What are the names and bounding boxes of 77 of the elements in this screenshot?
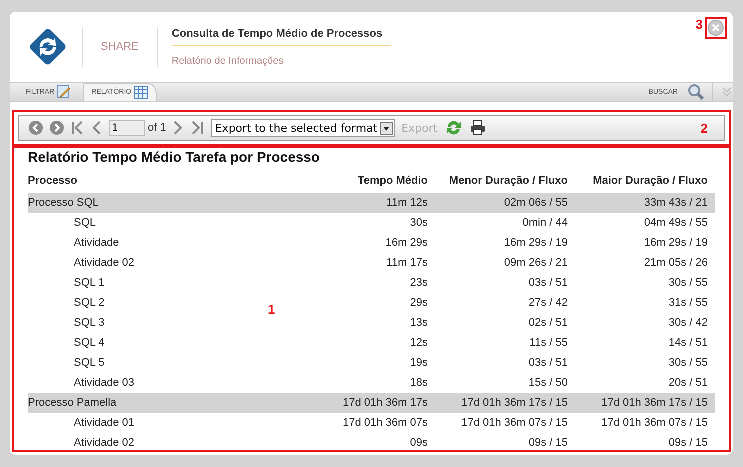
column-header: Tempo Médio [356,175,428,187]
table-cell-text: 17d 01h 36m 07s / 15 [600,417,708,429]
brand-name: SHARE [101,41,139,53]
table-cell-text: 09m 26s / 21 [503,257,568,269]
table-cell: SQL 3 [74,317,105,329]
table-cell: Processo Pamella [28,397,117,409]
table-cell-text: 30s / 55 [668,277,708,289]
annotation-number: 3 [696,17,703,32]
table-cell-text: 33m 43s / 21 [643,197,708,209]
table-cell-text: 20s / 51 [668,377,708,389]
table-cell: Atividade 02 [74,257,135,269]
table-cell-text: 11m 17s [386,257,428,269]
table-cell: Processo SQL [28,197,99,209]
next-page-icon[interactable] [173,120,184,136]
table-cell-text: 03s / 51 [528,277,568,289]
forward-icon[interactable] [50,121,64,135]
table-cell-text: 09s [409,437,428,449]
table-cell: SQL 2 [74,297,105,309]
table-cell-text: 31s / 55 [668,297,708,309]
table-cell-text: 02m 06s / 55 [503,197,568,209]
page-subtitle: Relatório de Informações [172,56,285,66]
table-cell-text: 12s [409,337,428,349]
annotation-number: 1 [268,302,276,317]
table-cell-text: 02s / 51 [528,317,568,329]
table-cell-text: 09s / 15 [528,437,568,449]
previous-page-icon[interactable] [92,120,102,136]
table-cell-text: 04m 49s / 55 [643,217,708,229]
table-cell: SQL 1 [74,277,105,289]
table-cell-text: 17d 01h 36m 07s [342,417,428,429]
table-cell-text: 19s [409,357,428,369]
table-cell: Atividade 02 [74,437,135,449]
last-page-icon[interactable] [190,120,204,136]
column-header: Menor Duração / Fluxo [448,175,568,187]
table-cell-text: 03s / 51 [528,357,568,369]
table-cell-text: 16m 29s [384,237,428,249]
table-cell: SQL 4 [74,337,105,349]
column-header: Processo [28,175,79,187]
table-cell-text: 30s [409,217,428,229]
first-page-icon[interactable] [71,120,85,136]
table-cell-text: 0min / 44 [522,217,568,229]
table-cell: SQL [74,217,96,229]
refresh-icon[interactable] [444,119,463,137]
table-cell-text: 11m 12s [386,197,428,209]
print-icon[interactable] [470,120,486,136]
table-cell: Atividade 01 [74,417,135,429]
table-cell: Atividade [74,237,120,249]
table-cell-text: 13s [409,317,428,329]
column-header: Maior Duração / Fluxo [592,175,708,187]
search-icon[interactable] [688,84,704,100]
table-cell-text: 17d 01h 36m 07s / 15 [460,417,568,429]
export-format-dropdown[interactable]: Export to the selected format [211,119,395,137]
page-count: of 1 [148,122,166,134]
table-cell-text: 29s [409,297,428,309]
table-cell-text: 21m 05s / 26 [643,257,708,269]
table-cell-text: 11s / 55 [528,337,568,349]
table-cell-text: 23s [409,277,428,289]
annotation-number: 2 [700,120,708,136]
table-cell-text: 17d 01h 36m 17s [342,397,428,409]
table-cell-text: 30s / 55 [668,357,708,369]
page-number-field[interactable]: 1 [109,120,145,136]
table-cell-text: 16m 29s / 19 [503,237,568,249]
table-cell-text: 17d 01h 36m 17s / 15 [600,397,708,409]
table-cell-text: 17d 01h 36m 17s / 15 [460,397,568,409]
table-cell-text: 09s / 15 [668,437,708,449]
table-cell-text: 16m 29s / 19 [643,237,708,249]
table-icon [134,86,148,99]
table-cell-text: 14s / 51 [668,337,708,349]
report-title: Relatório Tempo Médio Tarefa por Processo [28,149,321,167]
edit-icon [56,85,71,99]
table-cell: SQL 5 [74,357,105,369]
table-cell-text: 15s / 50 [528,377,568,389]
back-icon[interactable] [29,121,43,135]
page-title: Consulta de Tempo Médio de Processos [172,28,391,46]
table-cell-text: 27s / 42 [528,297,568,309]
table-cell-text: 30s / 42 [668,317,708,329]
table-cell: Atividade 03 [74,377,135,389]
table-cell-text: 18s [409,377,428,389]
